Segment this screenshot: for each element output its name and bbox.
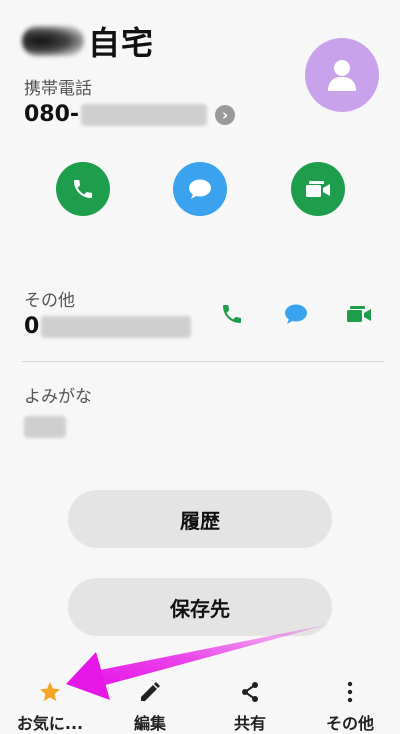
more-button[interactable]: その他 [300,670,400,734]
share-label: 共有 [233,714,266,733]
contact-header: 自宅 [22,18,154,64]
divider [22,361,384,362]
person-icon [328,60,356,91]
contact-title: 自宅 [88,24,155,62]
other-phone-number: 0 [24,314,40,339]
favorite-label: お気に... [16,714,84,733]
video-camera-icon [347,306,371,322]
more-vertical-icon [347,681,353,703]
chat-bubble-icon [189,179,211,199]
bottom-nav: お気に... 編集 共有 その他 [0,670,400,734]
redacted-name [22,26,84,56]
video-call-button[interactable] [291,162,345,216]
chevron-right-icon[interactable]: › [215,104,236,125]
redacted-number [41,315,192,338]
avatar[interactable] [305,38,379,112]
edit-label: 編集 [133,714,166,733]
star-icon [40,682,60,702]
primary-phone-label: 携帯電話 [24,79,92,99]
primary-phone-row[interactable]: 080- › [24,102,236,127]
video-camera-icon [306,181,330,197]
favorite-button[interactable]: お気に... [0,670,100,734]
phone-icon [223,305,241,323]
share-button[interactable]: 共有 [200,670,300,734]
reading-label: よみがな [24,387,92,407]
other-video-button[interactable] [345,300,373,328]
other-phone-label: その他 [24,291,75,311]
more-label: その他 [325,714,374,733]
pencil-icon [141,682,160,701]
edit-button[interactable]: 編集 [100,670,200,734]
share-icon [242,682,258,702]
redacted-number [81,103,208,126]
call-button[interactable] [56,162,110,216]
history-button[interactable]: 履歴 [68,490,332,548]
phone-icon [74,180,92,198]
message-button[interactable] [173,162,227,216]
redacted-reading [24,416,66,438]
chat-bubble-icon [285,304,307,324]
other-call-button[interactable] [218,300,246,328]
primary-phone-number: 080- [24,102,80,127]
other-message-button[interactable] [282,300,310,328]
save-to-button[interactable]: 保存先 [68,578,332,636]
other-phone-row[interactable]: 0 [24,314,192,339]
